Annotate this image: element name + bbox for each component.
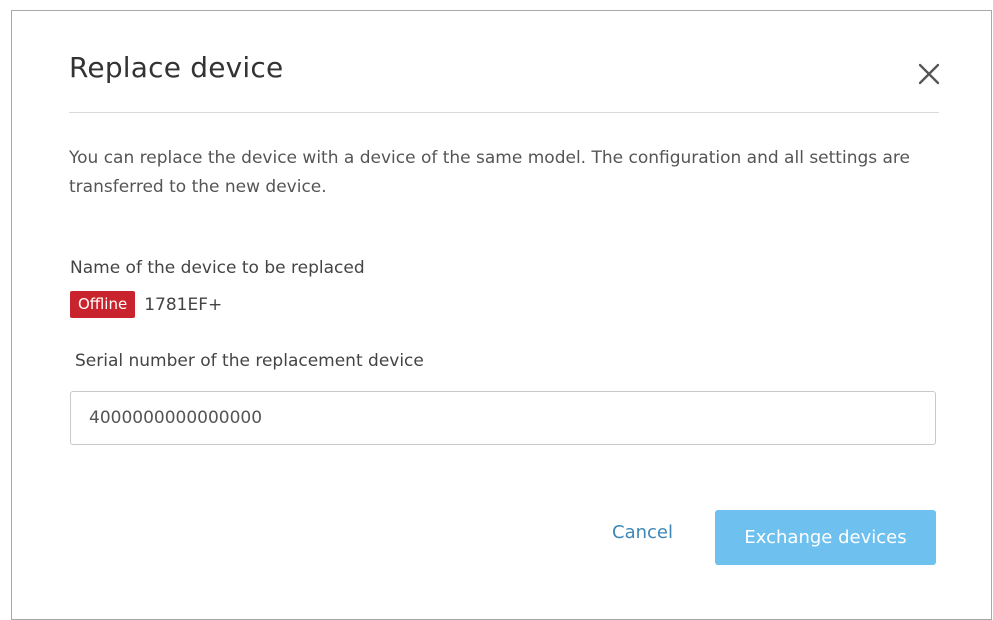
dialog-title: Replace device xyxy=(69,51,284,84)
close-button[interactable] xyxy=(912,57,946,91)
close-icon xyxy=(918,63,940,85)
device-name-label: Name of the device to be replaced xyxy=(70,258,365,278)
serial-number-label: Serial number of the replacement device xyxy=(75,351,424,371)
exchange-devices-button[interactable]: Exchange devices xyxy=(715,510,936,565)
cancel-button[interactable]: Cancel xyxy=(612,522,673,543)
device-name: 1781EF+ xyxy=(144,294,223,315)
device-row: Offline 1781EF+ xyxy=(70,291,222,318)
replace-device-dialog: Replace device You can replace the devic… xyxy=(11,10,992,620)
header-divider xyxy=(69,112,939,113)
dialog-description: You can replace the device with a device… xyxy=(69,148,911,197)
status-badge: Offline xyxy=(70,291,136,318)
serial-number-input[interactable] xyxy=(70,391,936,445)
